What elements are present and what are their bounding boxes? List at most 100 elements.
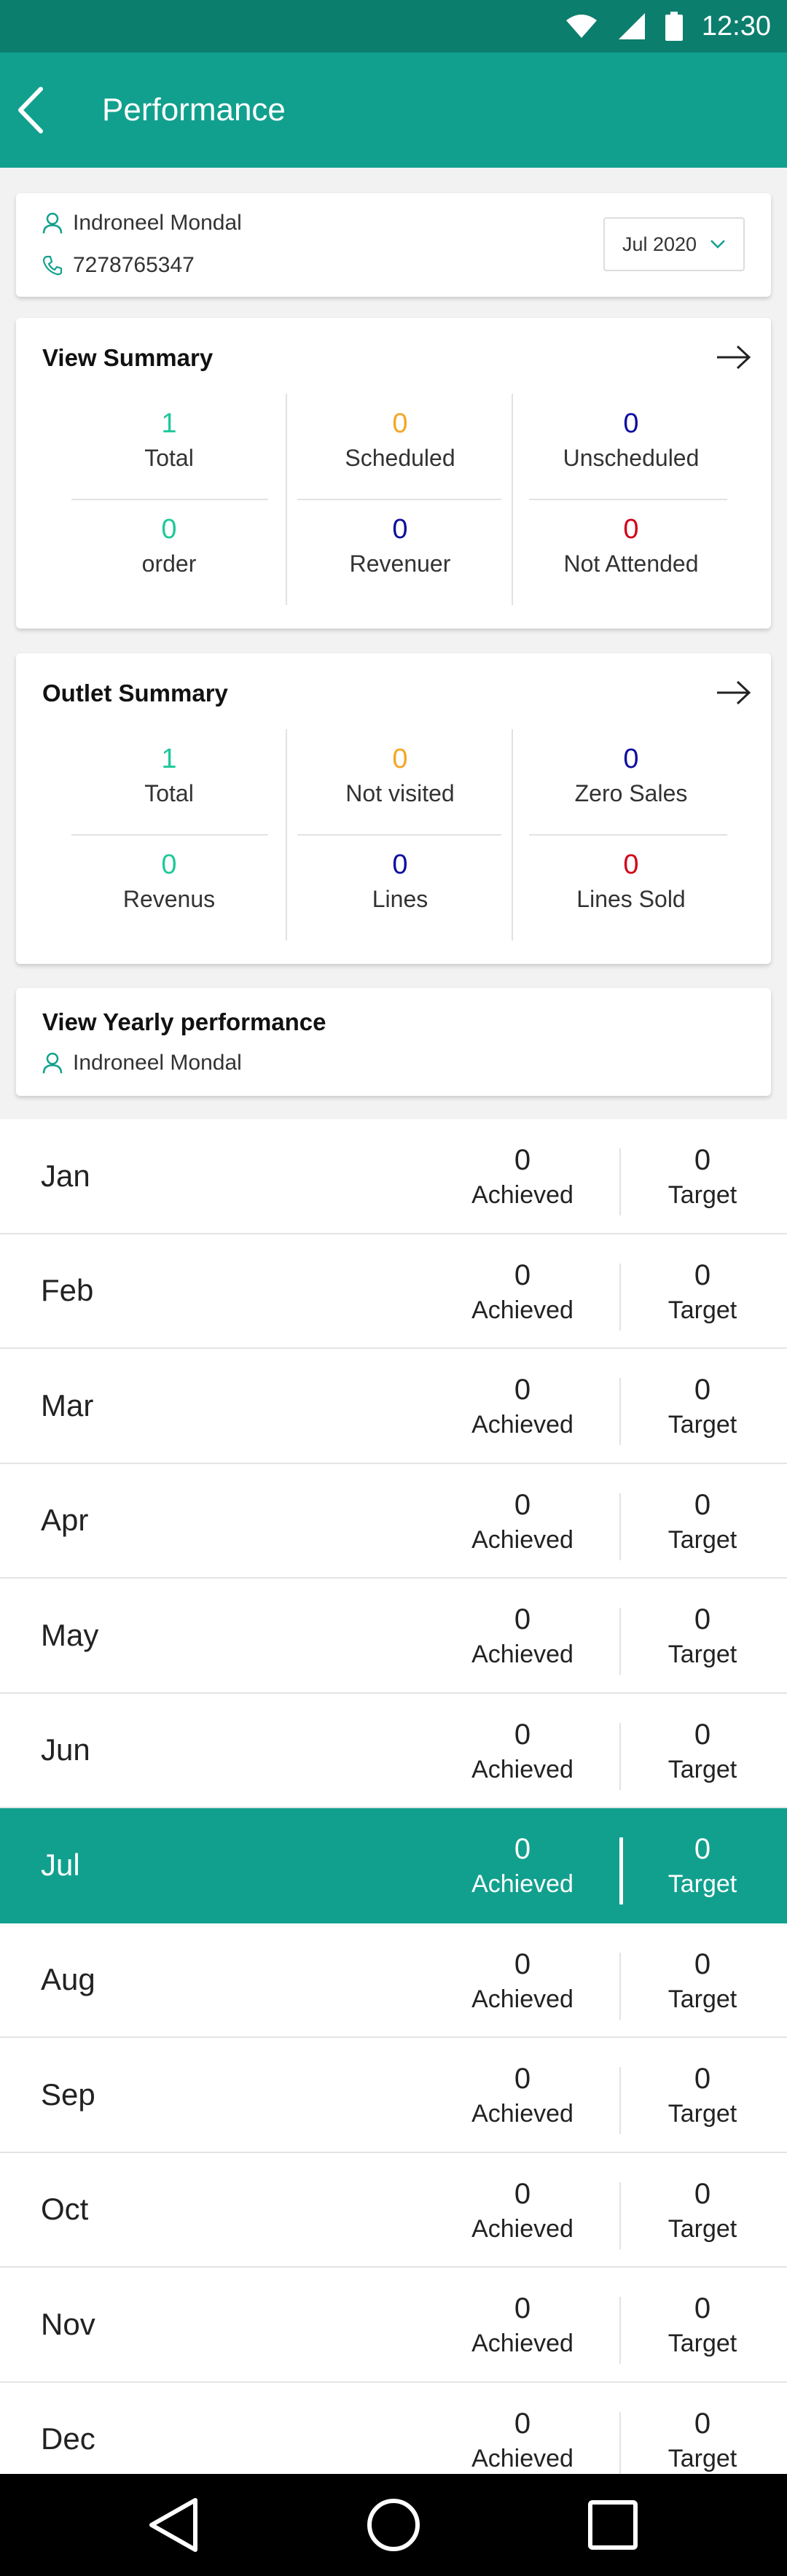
month-name: Apr xyxy=(41,1503,89,1537)
battery-icon xyxy=(665,12,683,41)
target-label: Target xyxy=(667,1181,737,1209)
divider xyxy=(512,729,513,941)
chevron-down-icon xyxy=(710,240,725,249)
stat-value: 0 xyxy=(161,514,177,545)
nav-home-button[interactable] xyxy=(350,2489,437,2561)
stat-not-attended: 0 Not Attended xyxy=(516,499,746,605)
achieved-value: 0 xyxy=(514,2177,531,2210)
divider xyxy=(619,1722,621,1790)
divider xyxy=(71,834,268,836)
achieved-label: Achieved xyxy=(471,1870,573,1898)
target-label: Target xyxy=(667,1296,737,1324)
target-value: 0 xyxy=(694,1488,711,1521)
target-metric: 0 Target xyxy=(630,1144,775,1210)
target-metric: 0 Target xyxy=(630,2292,775,2358)
month-row-feb[interactable]: Feb 0 Achieved 0 Target xyxy=(0,1234,787,1349)
target-value: 0 xyxy=(694,1603,711,1635)
achieved-label: Achieved xyxy=(471,1755,573,1783)
stat-value: 0 xyxy=(392,849,408,880)
arrow-right-icon[interactable] xyxy=(716,680,752,706)
wifi-icon xyxy=(565,15,597,38)
home-circle-icon xyxy=(367,2499,420,2551)
target-label: Target xyxy=(667,1525,737,1554)
month-name: Oct xyxy=(41,2192,89,2226)
month-row-jun[interactable]: Jun 0 Achieved 0 Target xyxy=(0,1693,787,1808)
outlet-summary-card[interactable]: Outlet Summary 1 Total 0 Not visited 0 Z… xyxy=(16,653,771,964)
target-value: 0 xyxy=(694,2063,711,2095)
month-row-mar[interactable]: Mar 0 Achieved 0 Target xyxy=(0,1349,787,1464)
month-row-may[interactable]: May 0 Achieved 0 Target xyxy=(0,1579,787,1694)
target-label: Target xyxy=(667,1755,737,1783)
stat-label: Total xyxy=(144,445,194,471)
achieved-value: 0 xyxy=(514,1374,531,1406)
stat-label: order xyxy=(141,550,197,577)
nav-recents-button[interactable] xyxy=(569,2489,657,2561)
achieved-metric: 0 Achieved xyxy=(450,1833,595,1899)
nav-back-button[interactable] xyxy=(130,2489,217,2561)
achieved-metric: 0 Achieved xyxy=(450,2063,595,2128)
achieved-metric: 0 Achieved xyxy=(450,1144,595,1210)
month-row-aug[interactable]: Aug 0 Achieved 0 Target xyxy=(0,1923,787,2038)
month-row-apr[interactable]: Apr 0 Achieved 0 Target xyxy=(0,1463,787,1579)
arrow-right-icon[interactable] xyxy=(716,344,752,370)
month-name: Feb xyxy=(41,1273,94,1307)
target-metric: 0 Target xyxy=(630,1603,775,1669)
month-row-oct[interactable]: Oct 0 Achieved 0 Target xyxy=(0,2152,787,2268)
stat-value: 0 xyxy=(623,849,639,880)
month-row-jul[interactable]: Jul 0 Achieved 0 Target xyxy=(0,1808,787,1923)
achieved-metric: 0 Achieved xyxy=(450,1259,595,1325)
target-label: Target xyxy=(667,1641,737,1668)
month-name: Aug xyxy=(41,1962,95,1996)
achieved-metric: 0 Achieved xyxy=(450,1489,595,1554)
stat-order: 0 order xyxy=(54,499,284,605)
view-summary-title: View Summary xyxy=(42,344,214,371)
month-dropdown[interactable]: Jul 2020 xyxy=(603,217,745,271)
stat-not-visited: 0 Not visited xyxy=(285,729,515,835)
divider xyxy=(286,394,287,605)
divider xyxy=(71,499,268,500)
achieved-label: Achieved xyxy=(471,1525,573,1554)
target-value: 0 xyxy=(694,1947,711,1980)
achieved-value: 0 xyxy=(514,1947,531,1980)
user-name-row: Indroneel Mondal xyxy=(42,211,242,236)
view-summary-card[interactable]: View Summary 1 Total 0 Scheduled 0 Unsch… xyxy=(16,318,771,629)
target-metric: 0 Target xyxy=(630,1833,775,1899)
stat-value: 0 xyxy=(392,744,408,774)
achieved-metric: 0 Achieved xyxy=(450,2408,595,2473)
navigation-bar xyxy=(0,2474,787,2576)
divider xyxy=(619,2297,621,2364)
yearly-performance-card[interactable]: View Yearly performance Indroneel Mondal xyxy=(16,988,771,1096)
month-name: Mar xyxy=(41,1388,94,1423)
target-label: Target xyxy=(667,1870,737,1898)
outlet-summary-grid: 1 Total 0 Not visited 0 Zero Sales 0 Rev… xyxy=(54,729,746,941)
divider xyxy=(619,1608,621,1675)
divider xyxy=(619,1493,621,1560)
user-info-card: Indroneel Mondal 7278765347 Jul 2020 xyxy=(16,193,771,297)
target-label: Target xyxy=(667,2100,737,2128)
month-row-jan[interactable]: Jan 0 Achieved 0 Target xyxy=(0,1119,787,1234)
back-button[interactable] xyxy=(0,52,102,168)
status-time: 12:30 xyxy=(701,10,771,42)
stat-label: Total xyxy=(144,780,194,806)
stat-scheduled: 0 Scheduled xyxy=(285,394,515,499)
user-name: Indroneel Mondal xyxy=(73,211,242,235)
target-metric: 0 Target xyxy=(630,1948,775,2014)
month-row-sep[interactable]: Sep 0 Achieved 0 Target xyxy=(0,2038,787,2153)
stat-label: Scheduled xyxy=(345,445,455,471)
user-icon xyxy=(42,1052,63,1074)
stat-value: 0 xyxy=(392,514,408,545)
achieved-label: Achieved xyxy=(471,1985,573,2013)
page-title: Performance xyxy=(102,92,286,128)
app-bar: Performance xyxy=(0,52,787,168)
target-label: Target xyxy=(667,1411,737,1439)
achieved-label: Achieved xyxy=(471,1181,573,1209)
divider xyxy=(619,2182,621,2249)
achieved-value: 0 xyxy=(514,2407,531,2440)
target-label: Target xyxy=(667,1985,737,2013)
stat-unscheduled: 0 Unscheduled xyxy=(516,394,746,499)
months-list: Jan 0 Achieved 0 Target Feb 0 Achieved 0 Target Ma… xyxy=(0,1119,787,2497)
month-row-nov[interactable]: Nov 0 Achieved 0 Target xyxy=(0,2268,787,2383)
achieved-label: Achieved xyxy=(471,1296,573,1324)
view-summary-grid: 1 Total 0 Scheduled 0 Unscheduled 0 orde… xyxy=(54,394,746,605)
target-metric: 0 Target xyxy=(630,1719,775,1784)
